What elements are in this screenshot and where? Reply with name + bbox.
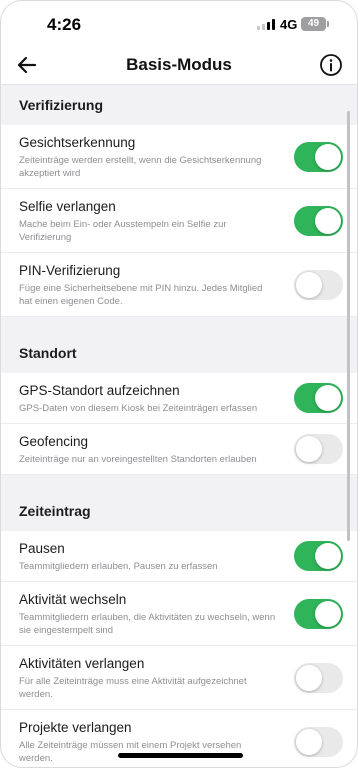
setting-row: GPS-Standort aufzeichnen GPS-Daten von di… [1,373,357,424]
setting-toggle[interactable] [294,205,343,236]
setting-toggle[interactable] [294,434,343,464]
setting-description: Mache beim Ein- oder Ausstempeln ein Sel… [19,219,227,243]
status-bar: 4:26 4G 49 [1,1,357,45]
setting-description: Zeiteinträge nur an voreingestellten Sta… [19,454,257,465]
section-spacer [1,317,357,333]
status-time: 4:26 [47,15,82,34]
setting-toggle[interactable] [294,541,343,571]
setting-row: Projekte verlangen Alle Zeiteinträge müss… [1,710,357,767]
toggle-knob [315,600,341,627]
setting-toggle[interactable] [294,662,343,693]
setting-title: Selfie verlangen [19,199,116,214]
info-circle-icon[interactable] [319,53,343,77]
signal-icon [257,19,275,30]
setting-description: Teammitgliedern erlauben, Pausen zu erfa… [19,561,218,572]
app-screen: 4:26 4G 49 Basis-Modus Verifizierung Gesi… [0,0,358,768]
setting-description: Für alle Zeiteinträge muss eine Aktivitä… [19,676,247,700]
setting-title: Projekte verlangen [19,720,132,735]
scrollbar[interactable] [347,111,350,541]
section-spacer [1,475,357,491]
toggle-knob [296,436,322,462]
home-indicator [118,753,243,758]
battery-icon: 49 [301,17,326,31]
nav-bar: Basis-Modus [1,45,357,85]
setting-row: Aktivität wechseln Teammitgliedern erlaub… [1,582,357,646]
setting-description: Zeiteinträge werden erstellt, wenn die G… [19,155,262,179]
setting-row: Gesichtserkennung Zeiteinträge werden ers… [1,125,357,189]
setting-toggle[interactable] [294,269,343,300]
setting-title: Geofencing [19,434,89,449]
section-header: Standort [1,333,357,373]
battery-tip [327,21,329,27]
toggle-knob [315,543,341,569]
setting-toggle[interactable] [294,726,343,757]
setting-description: Alle Zeiteinträge müssen mit einem Proje… [19,740,242,764]
setting-row: Pausen Teammitgliedern erlauben, Pausen z… [1,531,357,582]
toggle-knob [296,271,322,298]
section-header: Zeiteintrag [1,491,357,531]
setting-title: PIN-Verifizierung [19,263,121,278]
toggle-knob [296,728,322,755]
setting-title: GPS-Standort aufzeichnen [19,383,180,398]
toggle-knob [315,207,341,234]
setting-title: Pausen [19,541,65,556]
setting-description: Teammitgliedern erlauben, die Aktivitäte… [19,612,276,636]
setting-toggle[interactable] [294,598,343,629]
setting-toggle[interactable] [294,383,343,413]
setting-row: Geofencing Zeiteinträge nur an voreingest… [1,424,357,475]
network-label: 4G [280,17,298,32]
toggle-knob [296,664,322,691]
setting-title: Aktivitäten verlangen [19,656,145,671]
settings-list: Verifizierung Gesichtserkennung Zeiteinträ… [1,85,357,767]
setting-row: Aktivitäten verlangen Für alle Zeiteinträ… [1,646,357,710]
setting-description: GPS-Daten von diesem Kiosk bei Zeiteintr… [19,403,258,414]
section-header: Verifizierung [1,85,357,125]
setting-description: Füge eine Sicherheitsebene mit PIN hinzu… [19,283,263,307]
setting-row: PIN-Verifizierung Füge eine Sicherheitseb… [1,253,357,317]
toggle-knob [315,143,341,170]
toggle-knob [315,385,341,411]
setting-toggle[interactable] [294,141,343,172]
setting-title: Aktivität wechseln [19,592,127,607]
setting-title: Gesichtserkennung [19,135,136,150]
setting-row: Selfie verlangen Mache beim Ein- oder Aus… [1,189,357,253]
page-title: Basis-Modus [126,55,232,74]
